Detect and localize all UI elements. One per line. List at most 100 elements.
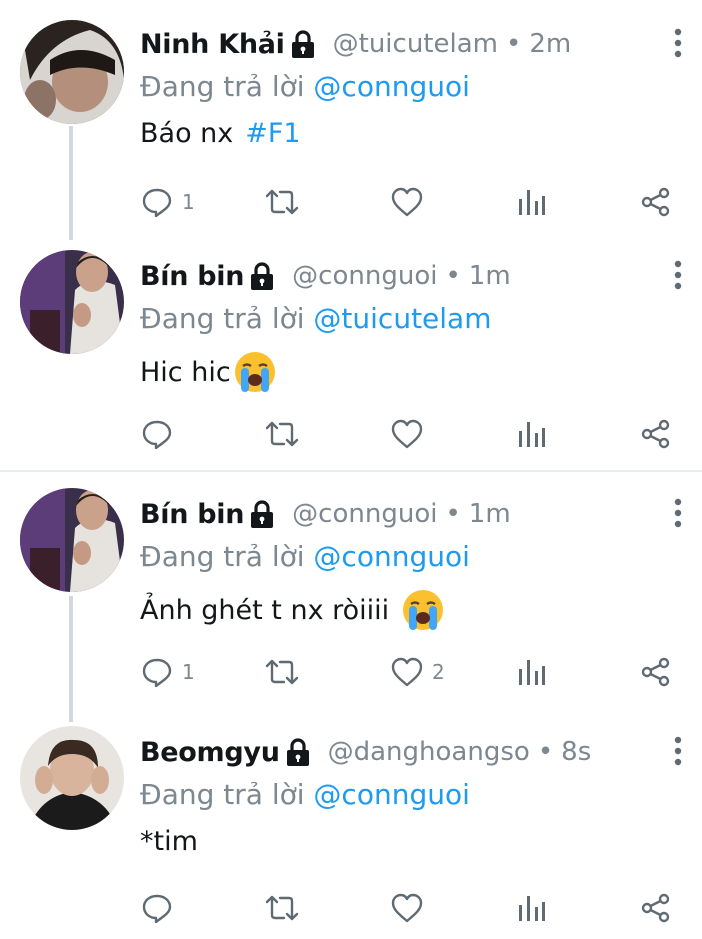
avatar[interactable] <box>20 488 124 592</box>
share-button[interactable] <box>640 652 672 692</box>
timestamp[interactable]: 8s <box>561 737 591 767</box>
tweet[interactable]: Beomgyu @danghoangso • 8s Đang trả lời @… <box>0 722 702 939</box>
more-vertical-icon[interactable] <box>668 734 688 770</box>
hashtag-link[interactable]: #F1 <box>245 118 300 149</box>
replying-label: Đang trả lời <box>140 70 314 103</box>
more-vertical-icon[interactable] <box>668 26 688 62</box>
lock-icon <box>248 499 276 529</box>
timestamp[interactable]: 1m <box>469 261 511 291</box>
like-button[interactable] <box>390 414 432 454</box>
tweet-text-content: Hic hic <box>140 356 231 388</box>
replying-mention[interactable]: @connguoi <box>313 540 469 573</box>
replying-to: Đang trả lời @connguoi <box>140 778 470 811</box>
retweet-icon <box>264 417 300 451</box>
display-name[interactable]: Beomgyu <box>140 737 280 768</box>
retweet-button[interactable] <box>264 414 300 454</box>
analytics-icon <box>516 893 546 923</box>
more-vertical-icon[interactable] <box>668 258 688 294</box>
heart-icon <box>390 418 424 450</box>
replying-mention[interactable]: @tuicutelam <box>313 302 491 335</box>
tweet[interactable]: Ninh Khải @tuicutelam • 2m Đang trả lời … <box>0 14 702 240</box>
lock-icon <box>248 261 276 291</box>
analytics-button[interactable] <box>516 414 546 454</box>
tweet-actions <box>140 414 680 454</box>
replying-mention[interactable]: @connguoi <box>313 70 469 103</box>
tweet-actions: 1 <box>140 182 680 222</box>
tweet-text-content: *tim <box>140 826 198 857</box>
display-name[interactable]: Bín bin <box>140 261 244 292</box>
like-count: 2 <box>432 660 445 684</box>
replying-label: Đang trả lời <box>140 778 314 811</box>
reply-icon <box>140 655 174 689</box>
more-vertical-icon[interactable] <box>668 496 688 532</box>
like-button[interactable]: 2 <box>390 652 445 692</box>
tweet-actions <box>140 888 680 928</box>
user-handle[interactable]: @danghoangso <box>328 737 530 767</box>
timestamp[interactable]: 1m <box>469 499 511 529</box>
retweet-icon <box>264 655 300 689</box>
user-handle[interactable]: @connguoi <box>292 261 437 291</box>
share-icon <box>640 656 672 688</box>
like-button[interactable] <box>390 888 432 928</box>
replying-label: Đang trả lời <box>140 302 314 335</box>
tweet-text: Hic hic <box>140 350 277 394</box>
share-button[interactable] <box>640 888 672 928</box>
avatar[interactable] <box>20 726 124 830</box>
thread-divider <box>0 470 702 472</box>
reply-button[interactable] <box>140 888 182 928</box>
share-icon <box>640 186 672 218</box>
tweet-text-content: Ảnh ghét t nx ròiiii <box>140 594 390 626</box>
like-button[interactable] <box>390 182 432 222</box>
analytics-button[interactable] <box>516 888 546 928</box>
tweet-header: Ninh Khải @tuicutelam • 2m <box>140 22 571 66</box>
user-handle[interactable]: @connguoi <box>292 499 437 529</box>
avatar[interactable] <box>20 250 124 354</box>
user-handle[interactable]: @tuicutelam <box>333 29 498 59</box>
display-name[interactable]: Ninh Khải <box>140 29 285 60</box>
replying-mention[interactable]: @connguoi <box>313 778 469 811</box>
crying-face-emoji <box>233 350 277 394</box>
lock-icon <box>289 29 317 59</box>
separator-dot: • <box>445 261 461 291</box>
avatar[interactable] <box>20 20 124 124</box>
analytics-icon <box>516 187 546 217</box>
thread-line <box>69 596 73 722</box>
share-button[interactable] <box>640 414 672 454</box>
tweet[interactable]: Bín bin @connguoi • 1m Đang trả lời @con… <box>0 484 702 722</box>
replying-label: Đang trả lời <box>140 540 314 573</box>
share-icon <box>640 418 672 450</box>
tweet-header: Bín bin @connguoi • 1m <box>140 254 511 298</box>
analytics-button[interactable] <box>516 652 546 692</box>
retweet-button[interactable] <box>264 652 300 692</box>
separator-dot: • <box>505 29 522 59</box>
heart-icon <box>390 892 424 924</box>
display-name[interactable]: Bín bin <box>140 499 244 530</box>
tweet-actions: 1 2 <box>140 652 680 692</box>
heart-icon <box>390 656 424 688</box>
analytics-icon <box>516 657 546 687</box>
reply-button[interactable]: 1 <box>140 182 195 222</box>
analytics-button[interactable] <box>516 182 546 222</box>
share-button[interactable] <box>640 182 672 222</box>
retweet-button[interactable] <box>264 182 300 222</box>
reply-button[interactable] <box>140 414 182 454</box>
heart-icon <box>390 186 424 218</box>
timestamp[interactable]: 2m <box>529 29 571 59</box>
reply-icon <box>140 417 174 451</box>
tweet-text: *tim <box>140 826 198 857</box>
reply-count: 1 <box>182 190 195 214</box>
tweet-text: Ảnh ghét t nx ròiiii <box>140 588 445 632</box>
tweet[interactable]: Bín bin @connguoi • 1m Đang trả lời @tui… <box>0 246 702 468</box>
reply-button[interactable]: 1 <box>140 652 195 692</box>
replying-to: Đang trả lời @connguoi <box>140 70 470 103</box>
reply-icon <box>140 891 174 925</box>
replying-to: Đang trả lời @connguoi <box>140 540 470 573</box>
reply-count: 1 <box>182 660 195 684</box>
share-icon <box>640 892 672 924</box>
retweet-button[interactable] <box>264 888 300 928</box>
retweet-icon <box>264 185 300 219</box>
tweet-text-content: Báo nx <box>140 118 234 149</box>
tweet-header: Beomgyu @danghoangso • 8s <box>140 730 591 774</box>
reply-icon <box>140 185 174 219</box>
analytics-icon <box>516 419 546 449</box>
